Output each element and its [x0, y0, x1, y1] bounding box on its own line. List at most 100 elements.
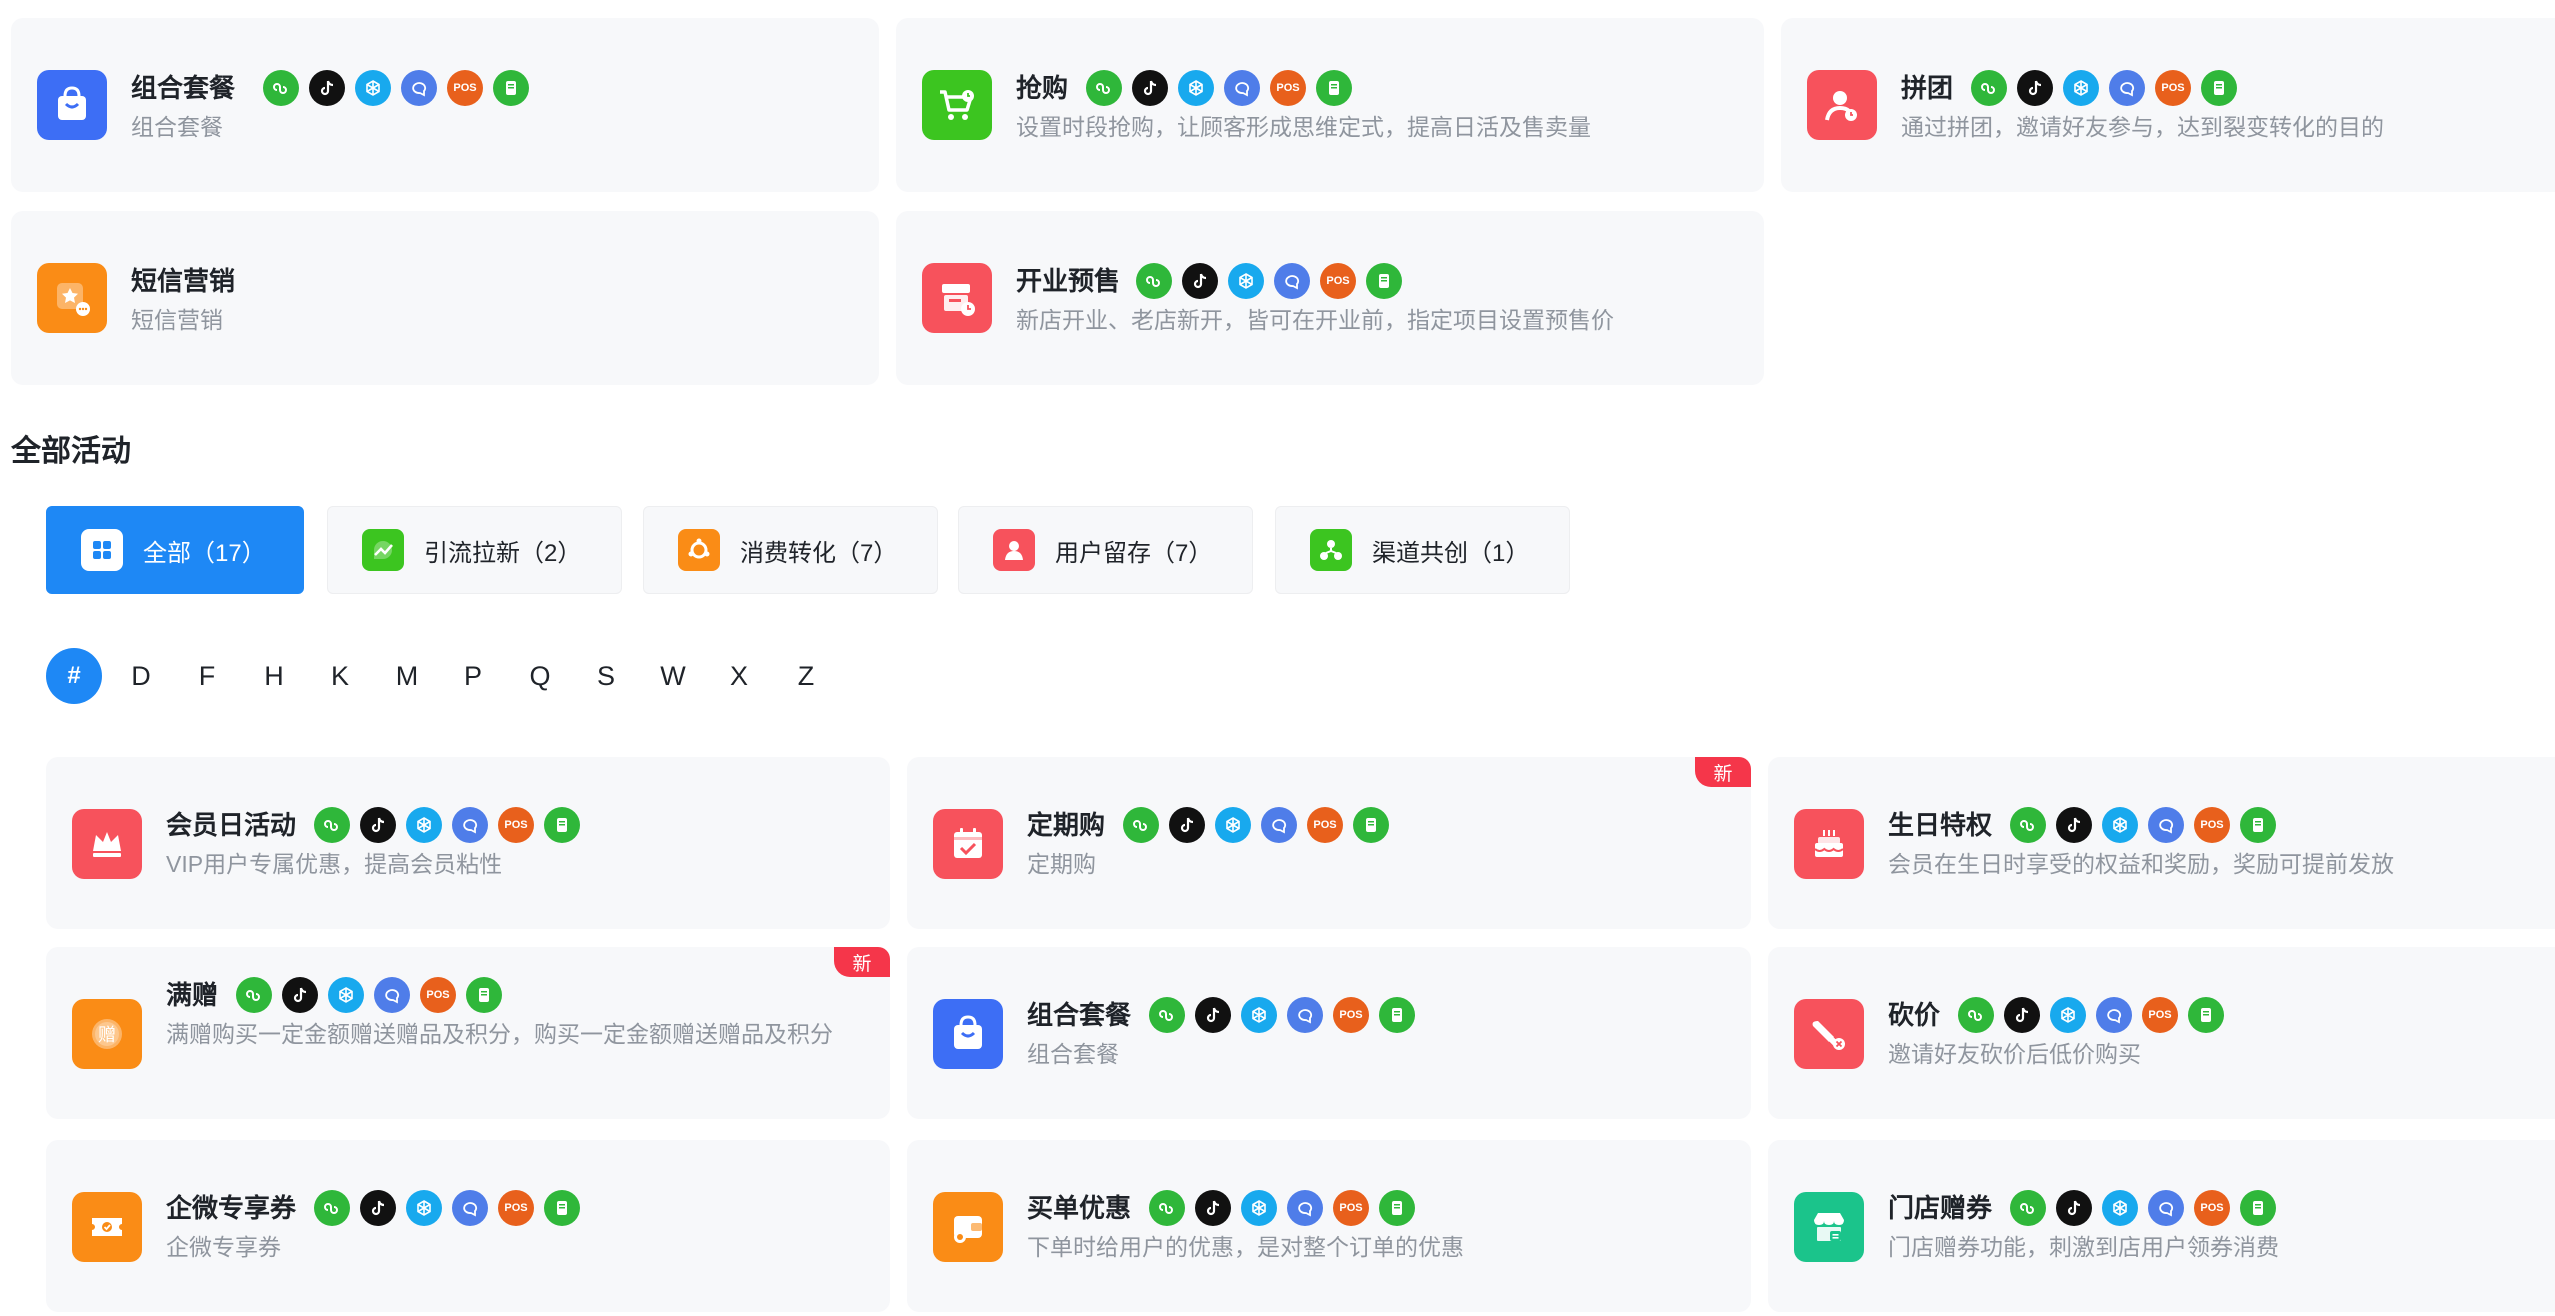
- douyin-icon: [1195, 1190, 1231, 1226]
- letter-index-d[interactable]: D: [113, 648, 169, 704]
- pos-icon: POS: [1270, 70, 1306, 106]
- chat-icon: [1261, 807, 1297, 843]
- tablet-icon: [2240, 1190, 2276, 1226]
- trend-up-icon: [362, 529, 404, 571]
- tablet-icon: [2188, 997, 2224, 1033]
- letter-index-s[interactable]: S: [578, 648, 634, 704]
- pos-icon: POS: [420, 977, 456, 1013]
- tab-channel-co-creation[interactable]: 渠道共创（1）: [1275, 506, 1570, 594]
- letter-index-p[interactable]: P: [445, 648, 501, 704]
- tablet-icon: [1379, 997, 1415, 1033]
- chat-icon: [1274, 263, 1310, 299]
- card-desc: 组合套餐: [131, 114, 223, 140]
- activity-card-subscription[interactable]: 新 定期购 POS 定期购: [907, 757, 1751, 929]
- card-title: 开业预售: [1016, 266, 1121, 296]
- mini-program-icon: [1136, 263, 1172, 299]
- knife-cut-icon: [1794, 999, 1864, 1069]
- activity-card-bundle[interactable]: 组合套餐 POS 组合套餐: [907, 947, 1751, 1119]
- tablet-icon: [1353, 807, 1389, 843]
- tab-label: 用户留存（7）: [1055, 539, 1213, 567]
- mini-program-icon: [1086, 70, 1122, 106]
- douyin-icon: [360, 1190, 396, 1226]
- douyin-icon: [1195, 997, 1231, 1033]
- card-desc: 设置时段抢购，让顾客形成思维定式，提高日活及售卖量: [1016, 114, 1591, 140]
- mini-program-icon: [314, 807, 350, 843]
- pos-icon: POS: [2142, 997, 2178, 1033]
- tablet-icon: [1316, 70, 1352, 106]
- letter-index-w[interactable]: W: [645, 648, 701, 704]
- svg-text:赠: 赠: [98, 1025, 116, 1046]
- cube-app-icon: [1228, 263, 1264, 299]
- tablet-icon: [2240, 807, 2276, 843]
- tab-label: 消费转化（7）: [740, 539, 898, 567]
- gift-badge-icon: 赠: [72, 999, 142, 1069]
- channel-icons: POS: [2010, 1190, 2276, 1226]
- cube-app-icon: [2050, 997, 2086, 1033]
- douyin-icon: [1169, 807, 1205, 843]
- activity-card-wecom-coupon[interactable]: 企微专享券 POS 企微专享券: [46, 1140, 890, 1312]
- activity-card-checkout-discount[interactable]: 买单优惠 POS 下单时给用户的优惠，是对整个订单的优惠: [907, 1140, 1751, 1312]
- sms-star-icon: [37, 263, 107, 333]
- douyin-icon: [309, 70, 345, 106]
- letter-index-hash[interactable]: #: [46, 648, 102, 704]
- tab-conversion[interactable]: 消费转化（7）: [643, 506, 938, 594]
- activity-card-full-gift[interactable]: 新 赠 满赠 POS 满赠购买一定金额赠送赠品及积分，购买一定金额赠送赠品及积分: [46, 947, 890, 1119]
- tablet-icon: [544, 1190, 580, 1226]
- featured-card-bundle[interactable]: 组合套餐 POS 组合套餐: [11, 18, 879, 192]
- card-desc: 下单时给用户的优惠，是对整个订单的优惠: [1027, 1234, 1464, 1260]
- featured-card-flash-sale[interactable]: 抢购 POS 设置时段抢购，让顾客形成思维定式，提高日活及售卖量: [896, 18, 1764, 192]
- mini-program-icon: [263, 70, 299, 106]
- card-desc: 企微专享券: [166, 1234, 281, 1260]
- letter-index-z[interactable]: Z: [778, 648, 834, 704]
- cube-app-icon: [406, 1190, 442, 1226]
- channel-icons: POS: [1958, 997, 2224, 1033]
- douyin-icon: [2004, 997, 2040, 1033]
- chat-icon: [1287, 997, 1323, 1033]
- letter-index-x[interactable]: X: [711, 648, 767, 704]
- cube-app-icon: [328, 977, 364, 1013]
- douyin-icon: [2056, 1190, 2092, 1226]
- card-title: 组合套餐: [131, 73, 236, 103]
- tab-label: 全部（17）: [143, 539, 266, 567]
- douyin-icon: [2056, 807, 2092, 843]
- letter-index-h[interactable]: H: [246, 648, 302, 704]
- pos-icon: POS: [447, 70, 483, 106]
- letter-index-k[interactable]: K: [312, 648, 368, 704]
- pos-icon: POS: [1307, 807, 1343, 843]
- channel-icons: POS: [1086, 70, 1352, 106]
- cube-app-icon: [355, 70, 391, 106]
- wallet-icon: [933, 1192, 1003, 1262]
- calendar-check-icon: [933, 809, 1003, 879]
- chat-icon: [2148, 807, 2184, 843]
- featured-card-sms-marketing[interactable]: 短信营销 短信营销: [11, 211, 879, 385]
- tab-label: 渠道共创（1）: [1372, 539, 1530, 567]
- cube-app-icon: [1241, 997, 1277, 1033]
- card-title: 门店赠券: [1888, 1193, 1993, 1223]
- letter-index-q[interactable]: Q: [512, 648, 568, 704]
- card-title: 满赠: [166, 980, 219, 1010]
- activity-card-store-coupon[interactable]: 门店赠券 POS 门店赠券功能，刺激到店用户领券消费: [1768, 1140, 2555, 1312]
- activity-card-bargain[interactable]: 砍价 POS 邀请好友砍价后低价购买: [1768, 947, 2555, 1119]
- douyin-icon: [1182, 263, 1218, 299]
- mini-program-icon: [1149, 997, 1185, 1033]
- cube-app-icon: [406, 807, 442, 843]
- pos-icon: POS: [1333, 997, 1369, 1033]
- tablet-icon: [1379, 1190, 1415, 1226]
- tab-acquisition[interactable]: 引流拉新（2）: [327, 506, 622, 594]
- tab-retention[interactable]: 用户留存（7）: [958, 506, 1253, 594]
- cube-app-icon: [2102, 1190, 2138, 1226]
- tab-all[interactable]: 全部（17）: [46, 506, 304, 594]
- channel-icons: POS: [314, 807, 580, 843]
- cube-app-icon: [1178, 70, 1214, 106]
- featured-card-group-buy[interactable]: 拼团 POS 通过拼团，邀请好友参与，达到裂变转化的目的: [1781, 18, 2555, 192]
- featured-card-presale[interactable]: 开业预售 POS 新店开业、老店新开，皆可在开业前，指定项目设置预售价: [896, 211, 1764, 385]
- card-title: 买单优惠: [1027, 1193, 1132, 1223]
- activity-card-birthday[interactable]: 生日特权 POS 会员在生日时享受的权益和奖励，奖励可提前发放: [1768, 757, 2555, 929]
- letter-index-f[interactable]: F: [179, 648, 235, 704]
- chat-icon: [2109, 70, 2145, 106]
- pos-icon: POS: [498, 807, 534, 843]
- chat-icon: [1224, 70, 1260, 106]
- activity-card-member-day[interactable]: 会员日活动 POS VIP用户专属优惠，提高会员粘性: [46, 757, 890, 929]
- letter-index-m[interactable]: M: [379, 648, 435, 704]
- cube-app-icon: [1215, 807, 1251, 843]
